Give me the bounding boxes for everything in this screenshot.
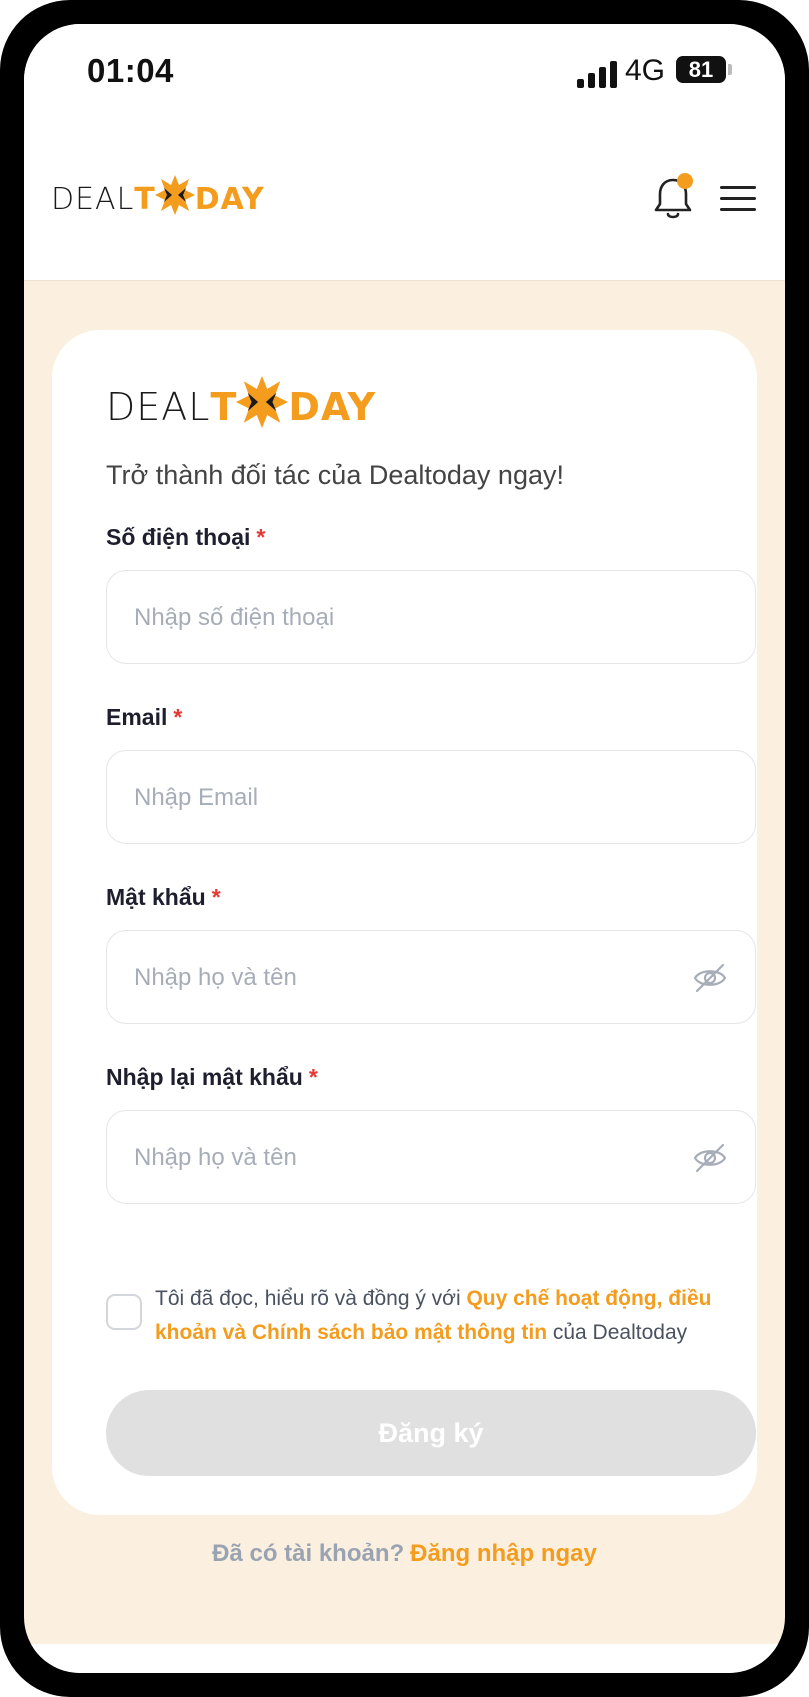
status-bar: 01:04 4G 81 <box>24 24 785 129</box>
register-button[interactable]: Đăng ký <box>106 1390 756 1476</box>
confirm-password-field[interactable] <box>106 1110 756 1205</box>
logo-burst-icon <box>236 376 289 438</box>
battery-tip <box>728 64 732 75</box>
terms-checkbox[interactable] <box>106 1294 142 1330</box>
email-input[interactable] <box>134 751 674 845</box>
menu-icon[interactable] <box>720 186 756 212</box>
phone-label: Số điện thoại * <box>106 524 265 551</box>
device-frame: 01:04 4G 81 DEAL T DAY DEAL T DAY Trở th… <box>0 0 809 1697</box>
required-marker: * <box>256 524 266 550</box>
logo-text-t: T <box>134 181 155 217</box>
screen: 01:04 4G 81 DEAL T DAY DEAL T DAY Trở th… <box>24 24 785 1673</box>
card-logo: DEAL T DAY <box>106 376 376 438</box>
terms-text: Tôi đã đọc, hiểu rõ và đồng ý với Quy ch… <box>155 1282 725 1350</box>
status-time: 01:04 <box>87 52 174 89</box>
email-label-text: Email <box>106 704 168 730</box>
email-label: Email * <box>106 704 182 731</box>
app-header: DEAL T DAY <box>24 129 785 281</box>
logo-burst-icon <box>154 175 195 223</box>
logo-text-deal: DEAL <box>106 385 211 429</box>
terms-prefix: Tôi đã đọc, hiểu rõ và đồng ý với <box>155 1287 467 1310</box>
logo-text-deal: DEAL <box>51 181 135 217</box>
eye-off-icon[interactable] <box>693 962 727 994</box>
bottom-bar <box>24 1644 785 1673</box>
login-link[interactable]: Đăng nhập ngay <box>410 1540 597 1567</box>
logo-text-day: DAY <box>194 181 265 217</box>
login-prompt-text: Đã có tài khoản? <box>212 1540 405 1567</box>
phone-input[interactable] <box>134 571 674 665</box>
login-prompt: Đã có tài khoản? Đăng nhập ngay <box>52 1540 757 1568</box>
required-marker: * <box>308 1064 318 1090</box>
eye-off-icon[interactable] <box>693 1142 727 1174</box>
notification-dot <box>677 173 693 189</box>
confirm-password-input[interactable] <box>134 1111 674 1205</box>
phone-label-text: Số điện thoại <box>106 524 251 550</box>
logo-text-day: DAY <box>288 385 377 429</box>
page-subtitle: Trở thành đối tác của Dealtoday ngay! <box>106 460 564 490</box>
phone-field[interactable] <box>106 570 756 665</box>
header-logo[interactable]: DEAL T DAY <box>51 175 265 223</box>
required-marker: * <box>173 704 183 730</box>
registration-card: DEAL T DAY Trở thành đối tác của Dealtod… <box>52 330 757 1567</box>
password-input[interactable] <box>134 931 674 1025</box>
confirm-password-label: Nhập lại mật khẩu * <box>106 1064 318 1091</box>
terms-suffix: của Dealtoday <box>547 1321 688 1344</box>
required-marker: * <box>211 884 221 910</box>
password-label: Mật khẩu * <box>106 884 221 911</box>
logo-text-t: T <box>210 385 237 429</box>
password-label-text: Mật khẩu <box>106 884 206 910</box>
password-field[interactable] <box>106 930 756 1025</box>
network-type: 4G <box>625 54 666 87</box>
battery-icon: 81 <box>676 56 726 83</box>
confirm-password-label-text: Nhập lại mật khẩu <box>106 1064 303 1090</box>
signal-icon <box>577 60 621 88</box>
email-field[interactable] <box>106 750 756 845</box>
